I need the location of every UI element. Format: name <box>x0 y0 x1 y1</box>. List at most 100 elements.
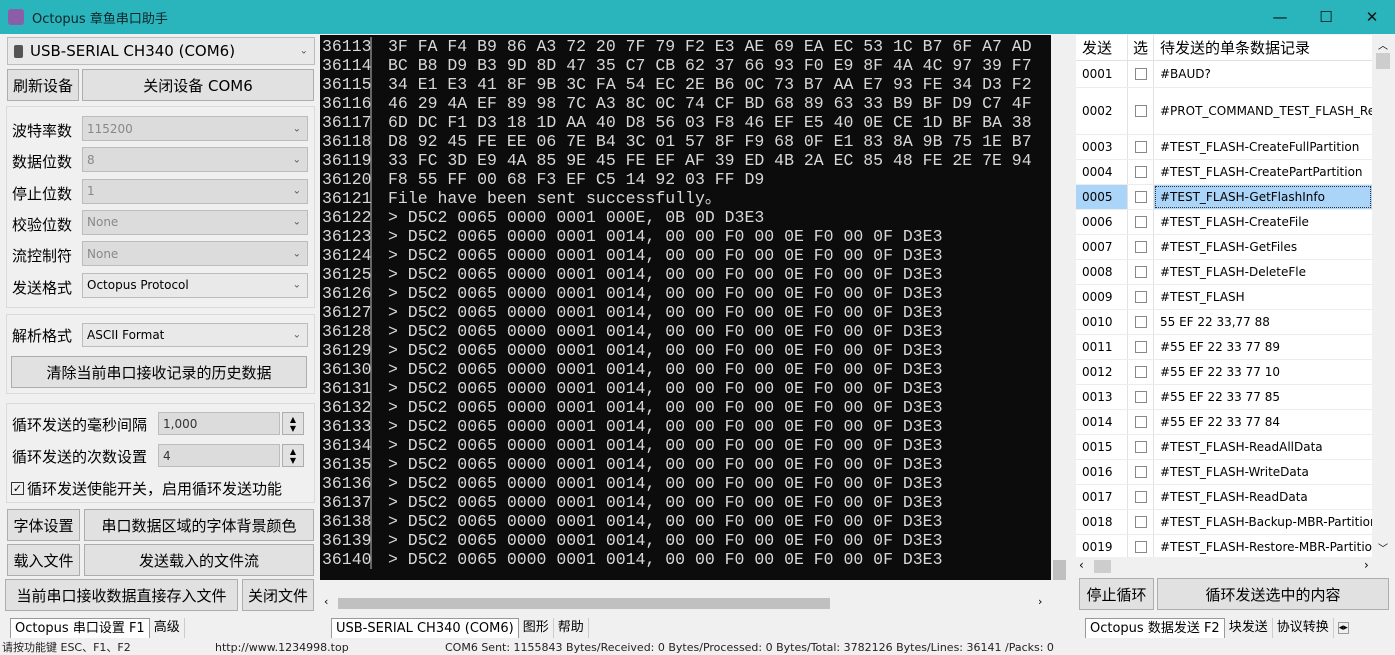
row-data[interactable]: #55 EF 22 33 77 84 <box>1154 410 1372 434</box>
row-id[interactable]: 0002 <box>1076 88 1128 134</box>
row-id[interactable]: 0007 <box>1076 235 1128 259</box>
receive-terminal[interactable]: 36113 3F FA F4 B9 86 A3 72 20 7F 79 F2 E3… <box>320 35 1051 580</box>
table-row[interactable]: 0008 #TEST_FLASH-DeleteFle <box>1076 260 1372 285</box>
row-data[interactable]: #TEST_FLASH <box>1154 285 1372 309</box>
setting-select[interactable]: 115200 ⌄ <box>82 116 308 141</box>
tab-scroll-arrows-icon[interactable]: ◂▸ <box>1337 622 1349 634</box>
refresh-device-button[interactable]: 刷新设备 <box>7 69 79 101</box>
row-data[interactable]: #TEST_FLASH-WriteData <box>1154 460 1372 484</box>
table-row[interactable]: 0014 #55 EF 22 33 77 84 <box>1076 410 1372 435</box>
interval-input[interactable]: 1,000 <box>158 412 280 435</box>
scroll-right-icon[interactable]: › <box>1038 595 1042 608</box>
stop-loop-button[interactable]: 停止循环 <box>1079 578 1154 610</box>
table-row[interactable]: 0016 #TEST_FLASH-WriteData <box>1076 460 1372 485</box>
row-id[interactable]: 0012 <box>1076 360 1128 384</box>
tab-advanced[interactable]: 高级 <box>150 618 185 638</box>
send-file-button[interactable]: 发送载入的文件流 <box>84 544 314 576</box>
row-select-checkbox[interactable] <box>1128 210 1154 234</box>
row-data[interactable]: #BAUD? <box>1154 61 1372 87</box>
row-id[interactable]: 0010 <box>1076 310 1128 334</box>
row-data[interactable]: #TEST_FLASH-Restore-MBR-Partition <box>1154 535 1372 557</box>
row-select-checkbox[interactable] <box>1128 335 1154 359</box>
row-id[interactable]: 0008 <box>1076 260 1128 284</box>
row-data[interactable]: #TEST_FLASH-GetFiles <box>1154 235 1372 259</box>
tab-protocol-convert[interactable]: 协议转换 <box>1273 618 1334 638</box>
row-data[interactable]: #TEST_FLASH-ReadData <box>1154 485 1372 509</box>
scroll-up-icon[interactable]: ︿ <box>1378 37 1388 52</box>
table-row[interactable]: 0005 #TEST_FLASH-GetFlashInfo <box>1076 185 1372 210</box>
row-id[interactable]: 0015 <box>1076 435 1128 459</box>
table-row[interactable]: 0017 #TEST_FLASH-ReadData <box>1076 485 1372 510</box>
row-id[interactable]: 0003 <box>1076 135 1128 159</box>
close-button[interactable]: ✕ <box>1349 0 1395 34</box>
load-file-button[interactable]: 载入文件 <box>7 544 80 576</box>
row-select-checkbox[interactable] <box>1128 160 1154 184</box>
row-id[interactable]: 0014 <box>1076 410 1128 434</box>
setting-select[interactable]: 8 ⌄ <box>82 147 308 173</box>
scrollbar-thumb[interactable] <box>1053 560 1066 580</box>
interval-stepper[interactable]: ▲ ▼ <box>282 412 304 435</box>
row-select-checkbox[interactable] <box>1128 310 1154 334</box>
device-select[interactable]: USB-SERIAL CH340 (COM6) ⌄ <box>7 37 315 65</box>
count-input[interactable]: 4 <box>158 444 280 467</box>
row-select-checkbox[interactable] <box>1128 88 1154 134</box>
row-id[interactable]: 0005 <box>1076 185 1128 209</box>
status-url[interactable]: http://www.1234998.top <box>215 641 349 655</box>
table-row[interactable]: 0018 #TEST_FLASH-Backup-MBR-Partition <box>1076 510 1372 535</box>
terminal-horizontal-scrollbar[interactable]: ‹ › <box>320 595 1051 612</box>
table-row[interactable]: 0010 55 EF 22 33,77 88 <box>1076 310 1372 335</box>
table-horizontal-scrollbar[interactable]: ‹ › <box>1076 558 1372 575</box>
table-vertical-scrollbar[interactable]: ︿ ﹀ <box>1374 35 1392 557</box>
row-id[interactable]: 0018 <box>1076 510 1128 534</box>
tab-graph[interactable]: 图形 <box>519 618 554 638</box>
row-id[interactable]: 0006 <box>1076 210 1128 234</box>
terminal-vertical-scrollbar[interactable] <box>1051 35 1068 595</box>
table-row[interactable]: 0007 #TEST_FLASH-GetFiles <box>1076 235 1372 260</box>
table-row[interactable]: 0004 #TEST_FLASH-CreatePartPartition <box>1076 160 1372 185</box>
row-data[interactable]: #55 EF 22 33 77 85 <box>1154 385 1372 409</box>
row-select-checkbox[interactable] <box>1128 410 1154 434</box>
setting-select[interactable]: Octopus Protocol ⌄ <box>82 272 308 298</box>
scroll-down-icon[interactable]: ﹀ <box>1378 540 1388 555</box>
row-data[interactable]: #PROT_COMMAND_TEST_FLASH_ReadAll <box>1154 88 1372 134</box>
setting-select[interactable]: None ⌄ <box>82 241 308 267</box>
row-select-checkbox[interactable] <box>1128 285 1154 309</box>
row-data[interactable]: #TEST_FLASH-CreateFile <box>1154 210 1372 234</box>
tab-block-send[interactable]: 块发送 <box>1225 618 1273 638</box>
row-id[interactable]: 0013 <box>1076 385 1128 409</box>
table-row[interactable]: 0013 #55 EF 22 33 77 85 <box>1076 385 1372 410</box>
row-id[interactable]: 0019 <box>1076 535 1128 557</box>
row-data[interactable]: #55 EF 22 33 77 89 <box>1154 335 1372 359</box>
save-to-file-button[interactable]: 当前串口接收数据直接存入文件 <box>5 579 238 611</box>
close-file-button[interactable]: 关闭文件 <box>242 579 314 611</box>
row-data[interactable]: #TEST_FLASH-CreateFullPartition <box>1154 135 1372 159</box>
parse-format-select[interactable]: ASCII Format ⌄ <box>82 323 308 347</box>
row-select-checkbox[interactable] <box>1128 61 1154 87</box>
row-select-checkbox[interactable] <box>1128 510 1154 534</box>
tab-data-send[interactable]: Octopus 数据发送 F2 <box>1085 618 1225 638</box>
row-select-checkbox[interactable] <box>1128 485 1154 509</box>
row-select-checkbox[interactable] <box>1128 435 1154 459</box>
table-row[interactable]: 0002 #PROT_COMMAND_TEST_FLASH_ReadAll <box>1076 88 1372 135</box>
row-id[interactable]: 0017 <box>1076 485 1128 509</box>
tab-device[interactable]: USB-SERIAL CH340 (COM6) <box>331 618 519 638</box>
row-data[interactable]: 55 EF 22 33,77 88 <box>1154 310 1372 334</box>
setting-select[interactable]: 1 ⌄ <box>82 178 308 204</box>
table-row[interactable]: 0019 #TEST_FLASH-Restore-MBR-Partition <box>1076 535 1372 557</box>
row-data[interactable]: #TEST_FLASH-Backup-MBR-Partition <box>1154 510 1372 534</box>
table-row[interactable]: 0006 #TEST_FLASH-CreateFile <box>1076 210 1372 235</box>
count-stepper[interactable]: ▲ ▼ <box>282 444 304 467</box>
table-row[interactable]: 0001 #BAUD? <box>1076 61 1372 88</box>
scrollbar-thumb[interactable] <box>338 598 830 609</box>
scrollbar-thumb[interactable] <box>1094 560 1111 573</box>
row-id[interactable]: 0004 <box>1076 160 1128 184</box>
table-row[interactable]: 0015 #TEST_FLASH-ReadAllData <box>1076 435 1372 460</box>
row-data[interactable]: #TEST_FLASH-DeleteFle <box>1154 260 1372 284</box>
table-row[interactable]: 0003 #TEST_FLASH-CreateFullPartition <box>1076 135 1372 160</box>
row-select-checkbox[interactable] <box>1128 535 1154 557</box>
loop-send-selected-button[interactable]: 循环发送选中的内容 <box>1157 578 1389 610</box>
maximize-button[interactable]: ☐ <box>1303 0 1349 34</box>
table-row[interactable]: 0011 #55 EF 22 33 77 89 <box>1076 335 1372 360</box>
loop-enable-checkbox[interactable]: ✓ 循环发送使能开关，启用循环发送功能 <box>11 478 282 499</box>
table-row[interactable]: 0012 #55 EF 22 33 77 10 <box>1076 360 1372 385</box>
